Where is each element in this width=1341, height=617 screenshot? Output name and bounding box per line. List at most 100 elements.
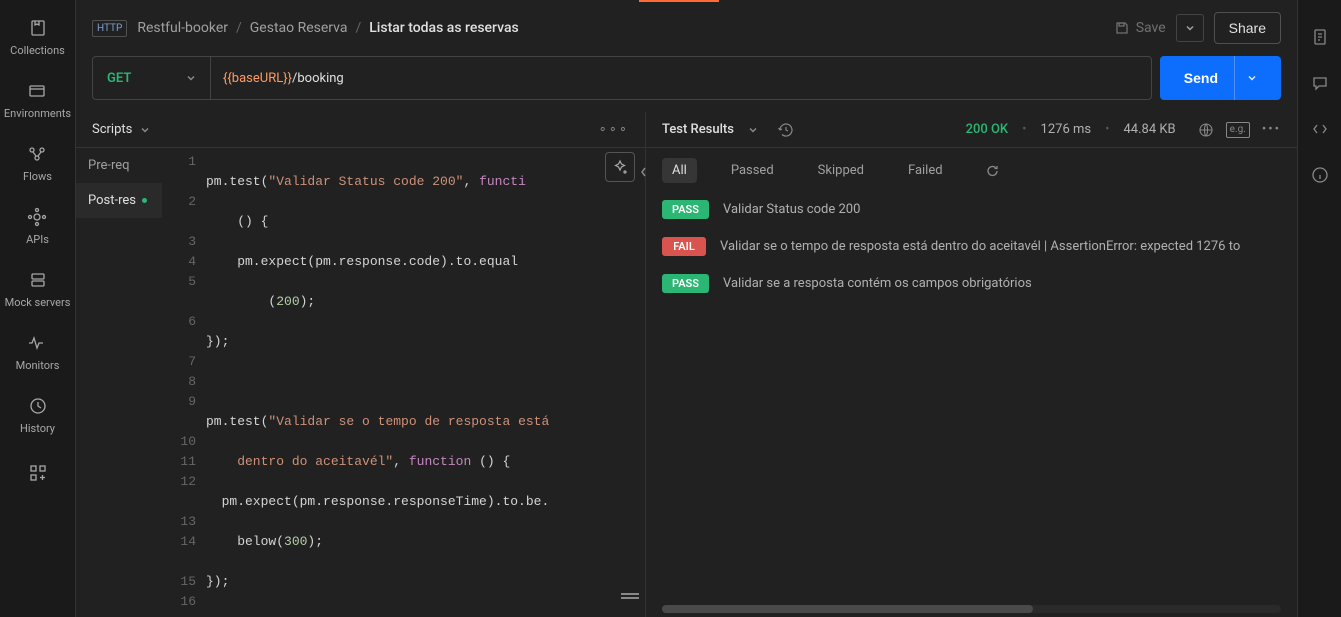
sidebar-label: Collections bbox=[10, 44, 65, 57]
chevron-down-icon bbox=[748, 125, 758, 135]
tab-label: Post-res bbox=[88, 193, 136, 208]
scripts-header: Scripts ∘∘∘ bbox=[76, 112, 645, 148]
sidebar-label: Flows bbox=[23, 170, 52, 183]
results-panel: Test Results 200 OK • 1276 ms • 44.84 KB bbox=[646, 112, 1297, 617]
response-time: 1276 ms bbox=[1041, 122, 1092, 137]
test-row[interactable]: PASS Validar Status code 200 bbox=[662, 200, 1281, 219]
sidebar-history[interactable]: History bbox=[20, 396, 55, 435]
active-dot-icon bbox=[142, 198, 147, 203]
more-icon[interactable]: ∘∘∘ bbox=[599, 122, 629, 137]
breadcrumb: Restful-booker / Gestao Reserva / Listar… bbox=[137, 20, 518, 36]
sidebar-collections[interactable]: Collections bbox=[10, 18, 65, 57]
method-select[interactable]: GET bbox=[93, 57, 211, 99]
save-label[interactable]: Save bbox=[1136, 20, 1166, 36]
code-icon[interactable] bbox=[1311, 120, 1329, 138]
ai-assist-icon[interactable] bbox=[605, 152, 635, 182]
docs-icon[interactable] bbox=[1311, 28, 1329, 46]
results-filter-bar: All Passed Skipped Failed bbox=[646, 148, 1297, 192]
share-button[interactable]: Share bbox=[1214, 12, 1281, 44]
save-icon bbox=[1114, 20, 1130, 36]
send-button[interactable]: Send bbox=[1160, 56, 1281, 100]
collapse-handle[interactable] bbox=[634, 152, 654, 192]
horizontal-scrollbar[interactable] bbox=[662, 605, 1281, 613]
top-actions: Save Share bbox=[1114, 12, 1281, 44]
history-icon bbox=[28, 396, 48, 416]
status-badge: FAIL bbox=[662, 237, 706, 256]
test-row[interactable]: FAIL Validar se o tempo de resposta está… bbox=[662, 237, 1281, 256]
save-group: Save bbox=[1114, 20, 1166, 36]
save-dropdown[interactable] bbox=[1176, 14, 1204, 42]
breadcrumb-bar: HTTP Restful-booker / Gestao Reserva / L… bbox=[76, 0, 1297, 56]
status-badge: PASS bbox=[662, 200, 709, 219]
status-code: 200 OK bbox=[966, 122, 1009, 137]
url-input[interactable]: {{baseURL}} /booking bbox=[211, 57, 1151, 99]
flows-icon bbox=[27, 144, 47, 164]
response-size: 44.84 KB bbox=[1123, 122, 1175, 137]
scripts-title[interactable]: Scripts bbox=[92, 122, 132, 137]
filter-failed[interactable]: Failed bbox=[898, 158, 953, 183]
monitors-icon bbox=[27, 333, 47, 353]
globe-icon[interactable] bbox=[1198, 122, 1214, 138]
chevron-down-icon bbox=[1185, 23, 1195, 33]
breadcrumb-current: Listar todas as reservas bbox=[369, 20, 518, 36]
scripts-panel: Scripts ∘∘∘ Pre-req Post-res bbox=[76, 112, 646, 617]
chevron-down-icon bbox=[1234, 56, 1257, 100]
url-path: /booking bbox=[292, 71, 344, 86]
http-badge: HTTP bbox=[92, 20, 127, 37]
sidebar-label: History bbox=[20, 422, 55, 435]
sidebar-label: APIs bbox=[26, 233, 49, 246]
sidebar-monitors[interactable]: Monitors bbox=[16, 333, 60, 372]
request-bar: GET {{baseURL}} /booking Send bbox=[92, 56, 1281, 100]
breadcrumb-sep: / bbox=[236, 20, 242, 36]
code-lines: pm.test("Validar Status code 200", funct… bbox=[206, 148, 645, 617]
sidebar-mock[interactable]: Mock servers bbox=[5, 270, 71, 309]
sidebar-label: Environments bbox=[4, 107, 71, 120]
sidebar-more[interactable] bbox=[28, 463, 48, 483]
test-message: Validar se a resposta contém os campos o… bbox=[723, 276, 1032, 291]
sidebar-flows[interactable]: Flows bbox=[23, 144, 52, 183]
resize-handle-icon[interactable] bbox=[621, 593, 639, 599]
collections-icon bbox=[28, 18, 48, 38]
test-results-list: PASS Validar Status code 200 FAIL Valida… bbox=[646, 192, 1297, 605]
scripts-body: Pre-req Post-res 1 2 bbox=[76, 148, 645, 617]
script-tabs: Pre-req Post-res bbox=[76, 148, 162, 617]
stat-sep: • bbox=[1022, 122, 1026, 137]
chevron-down-icon bbox=[186, 73, 196, 83]
content-area: Scripts ∘∘∘ Pre-req Post-res bbox=[76, 112, 1297, 617]
filter-all[interactable]: All bbox=[662, 158, 697, 183]
filter-passed[interactable]: Passed bbox=[721, 158, 784, 183]
line-gutter: 1 2 3 4 5 6 7 8 9 10 bbox=[162, 148, 206, 617]
results-title[interactable]: Test Results bbox=[662, 122, 734, 137]
test-message: Validar Status code 200 bbox=[723, 202, 860, 217]
results-icons: e.g. ••• bbox=[1198, 122, 1281, 138]
filter-skipped[interactable]: Skipped bbox=[808, 158, 874, 183]
apis-icon bbox=[27, 207, 47, 227]
mock-icon bbox=[28, 270, 48, 290]
refresh-icon[interactable] bbox=[985, 163, 1000, 178]
sidebar-apis[interactable]: APIs bbox=[26, 207, 49, 246]
status-badge: PASS bbox=[662, 274, 709, 293]
sidebar-label: Monitors bbox=[16, 359, 60, 372]
info-icon[interactable] bbox=[1311, 166, 1329, 184]
breadcrumb-part[interactable]: Restful-booker bbox=[137, 20, 228, 36]
scrollbar-thumb[interactable] bbox=[662, 605, 1033, 613]
history-icon[interactable] bbox=[778, 122, 794, 138]
method-label: GET bbox=[107, 71, 131, 86]
eg-icon[interactable]: e.g. bbox=[1226, 122, 1250, 138]
tab-post-res[interactable]: Post-res bbox=[76, 183, 162, 218]
environments-icon bbox=[27, 81, 47, 101]
more-icon[interactable]: ••• bbox=[1262, 122, 1281, 138]
stat-sep: • bbox=[1105, 122, 1109, 137]
test-row[interactable]: PASS Validar se a resposta contém os cam… bbox=[662, 274, 1281, 293]
results-header: Test Results 200 OK • 1276 ms • 44.84 KB bbox=[646, 112, 1297, 148]
breadcrumb-sep: / bbox=[355, 20, 361, 36]
tab-label: Pre-req bbox=[88, 158, 130, 173]
code-editor[interactable]: 1 2 3 4 5 6 7 8 9 10 bbox=[162, 148, 645, 617]
comment-icon[interactable] bbox=[1311, 74, 1329, 92]
tab-pre-req[interactable]: Pre-req bbox=[76, 148, 162, 183]
sidebar-environments[interactable]: Environments bbox=[4, 81, 71, 120]
breadcrumb-part[interactable]: Gestao Reserva bbox=[250, 20, 348, 36]
chevron-down-icon bbox=[140, 125, 150, 135]
active-tab-indicator bbox=[639, 0, 719, 2]
url-variable: {{baseURL}} bbox=[223, 71, 292, 86]
